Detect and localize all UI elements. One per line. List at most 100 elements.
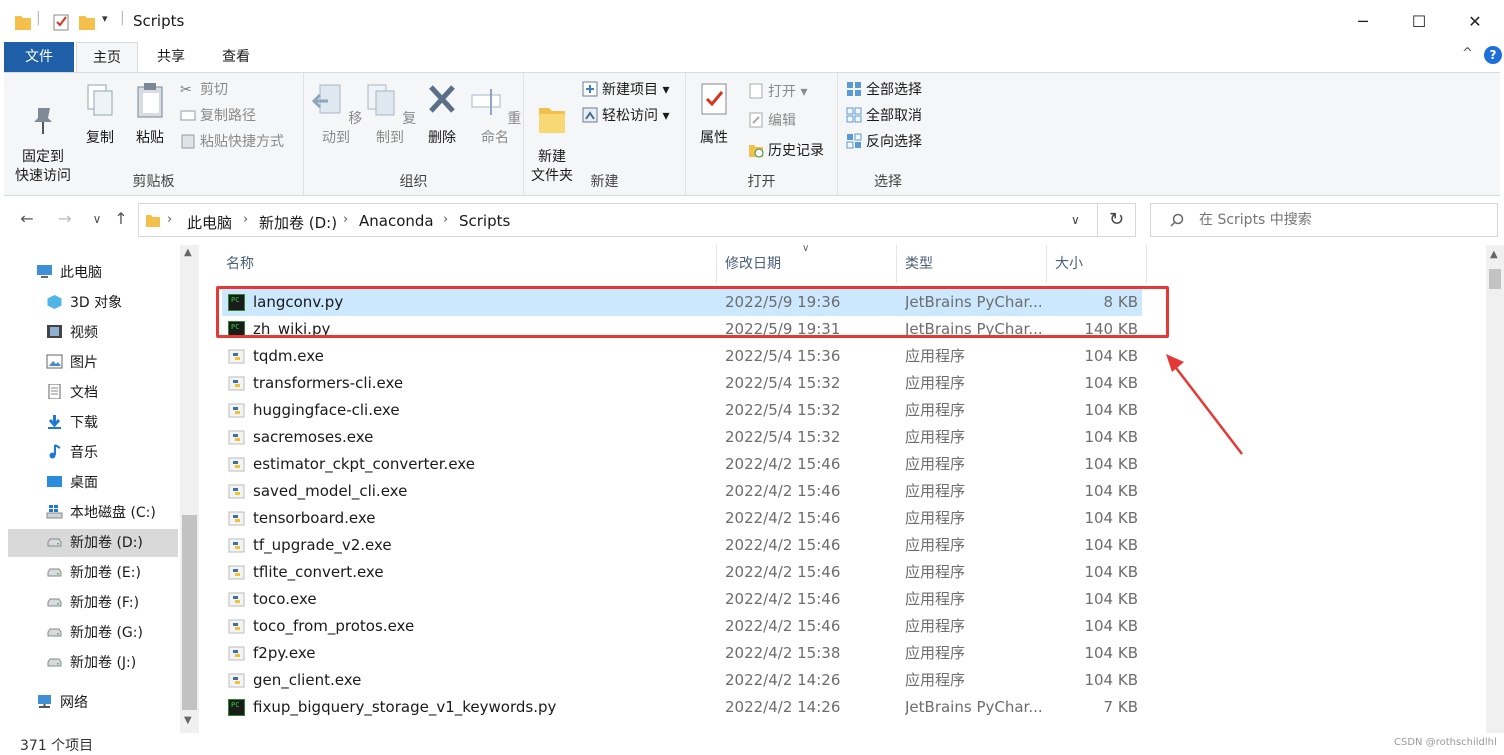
properties-check-icon[interactable] bbox=[52, 12, 70, 32]
file-list-scrollbar-thumb[interactable] bbox=[1489, 269, 1501, 289]
file-size: 104 KB bbox=[1084, 347, 1138, 365]
tab-file[interactable]: 文件 bbox=[4, 42, 74, 72]
search-box[interactable] bbox=[1150, 203, 1498, 237]
file-name: transformers-cli.exe bbox=[253, 374, 404, 392]
organize-group-label: 组织 bbox=[399, 174, 428, 190]
address-dropdown-chevron-icon[interactable]: ∨ bbox=[1071, 213, 1080, 227]
move-to-button[interactable]: 移动到 bbox=[308, 81, 364, 148]
nav-item[interactable]: 本地磁盘 (C:) bbox=[8, 499, 178, 527]
nav-item[interactable]: 视频 bbox=[8, 319, 178, 347]
file-row[interactable]: estimator_ckpt_converter.exe 2022/4/2 15:… bbox=[222, 451, 1142, 478]
nav-item[interactable]: 网络 bbox=[8, 689, 178, 717]
file-name: sacremoses.exe bbox=[253, 428, 374, 446]
cut-button[interactable]: ✂ 剪切 bbox=[180, 79, 228, 101]
file-row[interactable]: toco_from_protos.exe 2022/4/2 15:46 应用程序 10… bbox=[222, 613, 1142, 640]
drive-icon bbox=[47, 538, 62, 547]
help-icon[interactable]: ? bbox=[1484, 46, 1502, 64]
nav-item-label: 文档 bbox=[70, 385, 98, 401]
nav-item[interactable]: 新加卷 (F:) bbox=[8, 589, 178, 617]
breadcrumb-anaconda[interactable]: Anaconda bbox=[359, 212, 434, 230]
scroll-up-icon[interactable]: ▲ bbox=[1490, 249, 1498, 260]
delete-x-icon bbox=[429, 85, 455, 113]
breadcrumb-scripts[interactable]: Scripts bbox=[459, 212, 510, 230]
nav-item[interactable]: 此电脑 bbox=[8, 259, 178, 287]
computer-icon bbox=[37, 265, 52, 278]
nav-item[interactable]: 新加卷 (G:) bbox=[8, 619, 178, 647]
column-header-name[interactable]: 名称 bbox=[218, 245, 717, 283]
nav-item[interactable]: 桌面 bbox=[8, 469, 178, 497]
maximize-button[interactable]: ☐ bbox=[1396, 8, 1442, 36]
breadcrumb-separator-icon[interactable]: › bbox=[167, 212, 172, 227]
file-row[interactable]: tensorboard.exe 2022/4/2 15:46 应用程序 104 KB bbox=[222, 505, 1142, 532]
scroll-up-icon[interactable]: ▲ bbox=[184, 247, 192, 258]
properties-button[interactable]: 属性 bbox=[692, 81, 736, 148]
collapse-ribbon-icon[interactable]: ^ bbox=[1462, 46, 1473, 61]
file-row[interactable]: tf_upgrade_v2.exe 2022/4/2 15:46 应用程序 104 K… bbox=[222, 532, 1142, 559]
file-row[interactable]: fixup_bigquery_storage_v1_keywords.py 202… bbox=[222, 694, 1142, 721]
new-item-button[interactable]: 新建项目 ▾ bbox=[582, 79, 669, 101]
column-header-type[interactable]: 类型 bbox=[897, 245, 1047, 283]
customize-quick-access-icon[interactable]: ▾ bbox=[102, 12, 108, 25]
edit-button[interactable]: 编辑 bbox=[748, 110, 796, 132]
copy-path-icon bbox=[180, 110, 196, 121]
refresh-button[interactable]: ↻ bbox=[1098, 203, 1136, 237]
file-row[interactable]: sacremoses.exe 2022/5/4 15:32 应用程序 104 KB bbox=[222, 424, 1142, 451]
nav-item[interactable]: 文档 bbox=[8, 379, 178, 407]
close-button[interactable]: ✕ bbox=[1452, 8, 1498, 36]
nav-scrollbar[interactable]: ▲ ▼ bbox=[180, 245, 199, 733]
file-row[interactable]: huggingface-cli.exe 2022/5/4 15:32 应用程序 104… bbox=[222, 397, 1142, 424]
nav-item[interactable]: 音乐 bbox=[8, 439, 178, 467]
tab-view[interactable]: 查看 bbox=[204, 42, 268, 72]
file-type: 应用程序 bbox=[905, 671, 966, 689]
back-arrow-icon[interactable]: ← bbox=[14, 209, 40, 228]
nav-scrollbar-thumb[interactable] bbox=[182, 515, 197, 710]
recent-locations-chevron-icon[interactable]: ∨ bbox=[84, 212, 110, 226]
file-row[interactable]: toco.exe 2022/4/2 15:46 应用程序 104 KB bbox=[222, 586, 1142, 613]
python-exe-icon bbox=[228, 430, 245, 445]
navigation-pane: 此电脑 3D 对象 视频 图片 文档 下载 音乐 桌面 本地磁盘 (C:) 新加卷 (D:) 新加卷… bbox=[0, 245, 200, 733]
copy-button[interactable]: 复制 bbox=[78, 81, 122, 148]
tab-home[interactable]: 主页 bbox=[76, 42, 138, 72]
select-none-button[interactable]: 全部取消 bbox=[846, 105, 922, 127]
file-row[interactable]: tqdm.exe 2022/5/4 15:36 应用程序 104 KB bbox=[222, 343, 1142, 370]
forward-arrow-icon[interactable]: → bbox=[52, 209, 78, 228]
address-bar[interactable]: › 此电脑 › 新加卷 (D:) › Anaconda › Scripts ∨ bbox=[138, 203, 1098, 237]
nav-item[interactable]: 图片 bbox=[8, 349, 178, 377]
invert-selection-button[interactable]: 反向选择 bbox=[846, 131, 922, 153]
open-button[interactable]: 打开 ▾ bbox=[748, 81, 807, 103]
file-size: 104 KB bbox=[1084, 482, 1138, 500]
tab-share[interactable]: 共享 bbox=[140, 42, 202, 72]
copy-path-button[interactable]: 复制路径 bbox=[180, 105, 256, 127]
breadcrumb-separator-icon[interactable]: › bbox=[443, 212, 448, 227]
breadcrumb-this-pc[interactable]: 此电脑 bbox=[187, 212, 232, 233]
paste-shortcut-button[interactable]: 粘贴快捷方式 bbox=[180, 131, 284, 153]
file-row[interactable]: gen_client.exe 2022/4/2 14:26 应用程序 104 KB bbox=[222, 667, 1142, 694]
search-input[interactable] bbox=[1199, 209, 1489, 231]
breadcrumb-drive-d[interactable]: 新加卷 (D:) bbox=[259, 212, 337, 233]
minimize-button[interactable]: ─ bbox=[1340, 8, 1386, 36]
nav-item[interactable]: 新加卷 (J:) bbox=[8, 649, 178, 677]
copy-to-button[interactable]: 复制到 bbox=[362, 81, 418, 148]
easy-access-button[interactable]: 轻松访问 ▾ bbox=[582, 105, 669, 127]
file-row[interactable]: saved_model_cli.exe 2022/4/2 15:46 应用程序 104… bbox=[222, 478, 1142, 505]
file-list-scrollbar[interactable]: ▲ bbox=[1486, 245, 1504, 733]
up-arrow-icon[interactable]: ↑ bbox=[108, 209, 134, 228]
history-button[interactable]: 历史记录 bbox=[748, 140, 824, 162]
delete-button[interactable]: 删除 bbox=[418, 81, 466, 148]
column-header-size[interactable]: 大小 bbox=[1047, 245, 1147, 283]
paste-button[interactable]: 粘贴 bbox=[128, 81, 172, 148]
nav-item[interactable]: 新加卷 (E:) bbox=[8, 559, 178, 587]
file-row[interactable]: f2py.exe 2022/4/2 15:38 应用程序 104 KB bbox=[222, 640, 1142, 667]
breadcrumb-separator-icon[interactable]: › bbox=[343, 212, 348, 227]
file-name: toco_from_protos.exe bbox=[253, 617, 415, 635]
nav-item[interactable]: 下载 bbox=[8, 409, 178, 437]
nav-item[interactable]: 新加卷 (D:) bbox=[8, 529, 178, 557]
scroll-down-icon[interactable]: ▼ bbox=[184, 715, 192, 726]
breadcrumb-separator-icon[interactable]: › bbox=[243, 212, 248, 227]
file-row[interactable]: transformers-cli.exe 2022/5/4 15:32 应用程序 10… bbox=[222, 370, 1142, 397]
file-row[interactable]: tflite_convert.exe 2022/4/2 15:46 应用程序 104 … bbox=[222, 559, 1142, 586]
new-folder-quick-icon[interactable] bbox=[78, 12, 96, 32]
select-all-button[interactable]: 全部选择 bbox=[846, 79, 922, 101]
nav-item[interactable]: 3D 对象 bbox=[8, 289, 178, 317]
rename-button[interactable]: 重命名 bbox=[468, 81, 522, 148]
